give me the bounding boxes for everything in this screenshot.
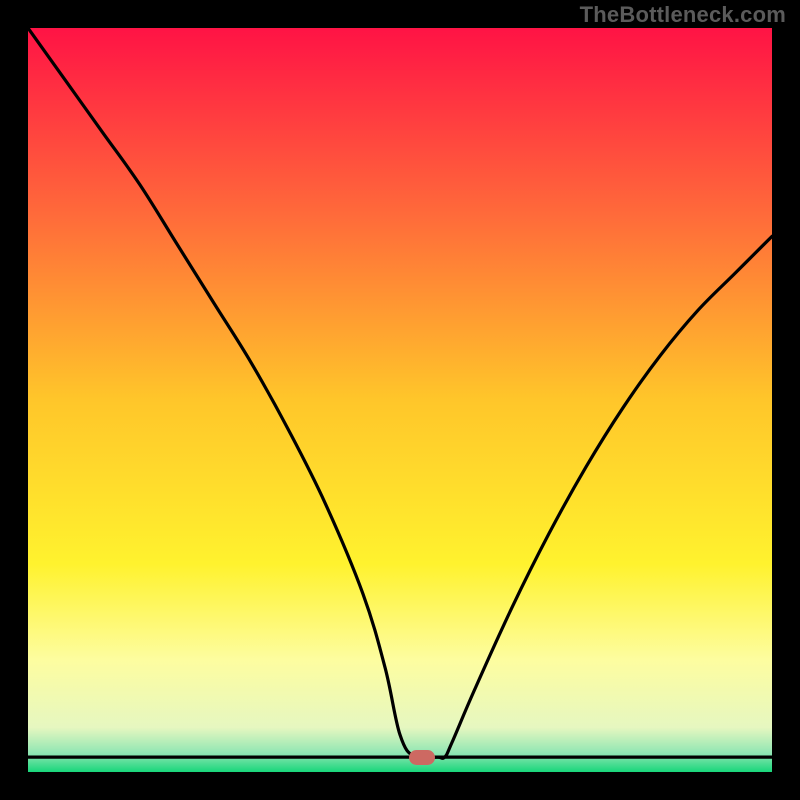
bottleneck-curve	[28, 28, 772, 772]
optimal-point-marker	[409, 750, 435, 765]
chart-frame: TheBottleneck.com	[0, 0, 800, 800]
watermark-text: TheBottleneck.com	[580, 2, 786, 28]
plot-area	[28, 28, 772, 772]
